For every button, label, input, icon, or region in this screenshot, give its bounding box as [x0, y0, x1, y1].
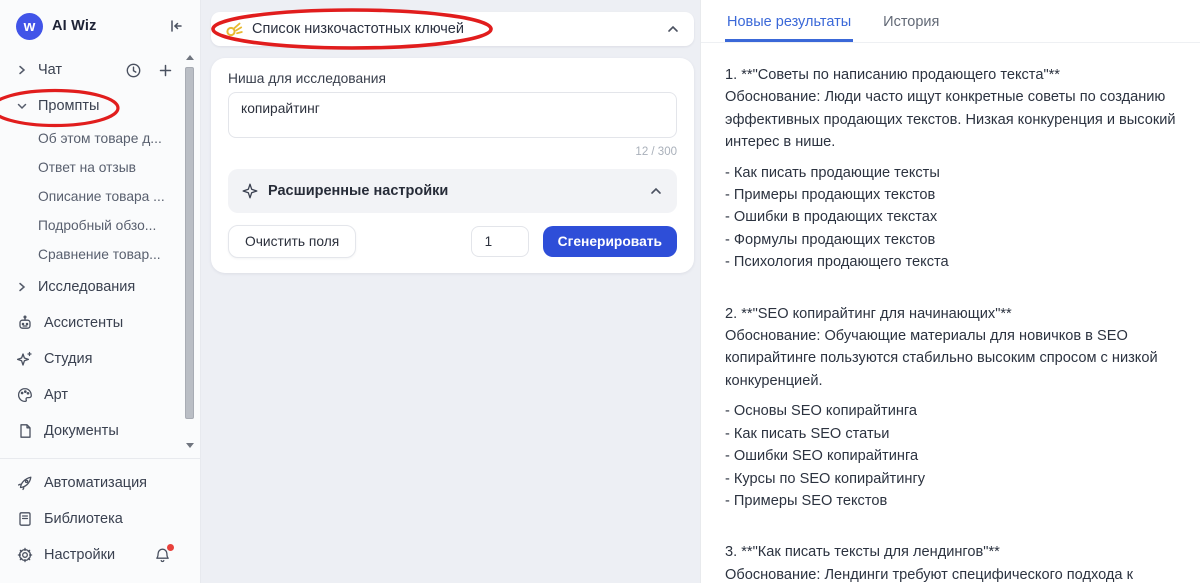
new-chat-plus-icon[interactable] — [157, 62, 174, 79]
palette-icon — [16, 386, 34, 404]
sidebar-item-label: Чат — [38, 62, 62, 78]
robot-icon — [16, 314, 34, 332]
sparkles-icon — [16, 350, 34, 368]
sidebar-item-label: Промпты — [38, 98, 99, 114]
sidebar-item-settings[interactable]: Настройки — [0, 537, 200, 573]
result-heading: 2. **"SEO копирайтинг для начинающих"** — [725, 303, 1176, 325]
advanced-settings-label: Расширенные настройки — [268, 183, 639, 199]
form-actions: Очистить поля Сгенерировать — [228, 225, 677, 258]
sidebar-item-art[interactable]: Арт — [0, 377, 200, 413]
sidebar-item-studio[interactable]: Студия — [0, 341, 200, 377]
result-bullet: - Как писать продающие тексты — [725, 162, 1176, 184]
result-body: Обоснование: Лендинги требуют специфичес… — [725, 564, 1176, 583]
diamond-star-icon — [242, 183, 258, 199]
sidebar-item-automation[interactable]: Автоматизация — [0, 465, 200, 501]
results-tabs: Новые результаты История — [701, 0, 1200, 43]
char-counter: 12 / 300 — [228, 146, 677, 158]
scroll-up-arrow[interactable] — [186, 55, 194, 60]
sidebar-divider — [0, 458, 200, 459]
prompt-item[interactable]: Ответ на отзыв — [0, 153, 200, 182]
result-bullet: - Основы SEO копирайтинга — [725, 400, 1176, 422]
logo-row: w AI Wiz — [0, 0, 200, 52]
sidebar-item-label: Ассистенты — [44, 315, 123, 331]
sidebar-item-label: Документы — [44, 423, 119, 439]
result-bullet: - Как писать SEO статьи — [725, 423, 1176, 445]
result-bullet: - Формулы продающих текстов — [725, 229, 1176, 251]
prompt-item[interactable]: Сравнение товар... — [0, 240, 200, 269]
book-icon — [16, 510, 34, 528]
sidebar-item-label: Студия — [44, 351, 92, 367]
result-bullet: - Психология продающего текста — [725, 251, 1176, 273]
clear-fields-button[interactable]: Очистить поля — [228, 225, 356, 258]
sidebar-item-label: Автоматизация — [44, 475, 147, 491]
sidebar-item-assistants[interactable]: Ассистенты — [0, 305, 200, 341]
result-section: 2. **"SEO копирайтинг для начинающих"** … — [725, 303, 1176, 513]
sidebar-item-documents[interactable]: Документы — [0, 413, 200, 449]
niche-field-label: Ниша для исследования — [228, 71, 677, 86]
result-section: 1. **"Советы по написанию продающего тек… — [725, 64, 1176, 274]
history-clock-icon[interactable] — [125, 62, 142, 79]
sidebar: w AI Wiz Чат Промпты Об этом товаре д...… — [0, 0, 201, 583]
result-bullet: - Примеры SEO текстов — [725, 490, 1176, 512]
tab-history[interactable]: История — [881, 0, 941, 42]
prompt-header-card[interactable]: Список низкочастотных ключей — [211, 12, 694, 46]
result-bullet: - Ошибки SEO копирайтинга — [725, 445, 1176, 467]
result-bullets: - Как писать продающие тексты - Примеры … — [725, 162, 1176, 274]
result-section: 3. **"Как писать тексты для лендингов"**… — [725, 541, 1176, 583]
niche-input[interactable]: копирайтинг — [228, 92, 677, 138]
sidebar-item-chat[interactable]: Чат — [0, 52, 200, 88]
chevron-down-icon — [16, 100, 28, 112]
rocket-icon — [16, 474, 34, 492]
prompt-panel: Список низкочастотных ключей Ниша для ис… — [201, 0, 700, 583]
sidebar-item-prompts[interactable]: Промпты — [0, 88, 200, 124]
tab-new-results[interactable]: Новые результаты — [725, 0, 853, 42]
notification-dot — [167, 544, 174, 551]
collapse-sidebar-icon[interactable] — [166, 16, 186, 36]
advanced-settings-toggle[interactable]: Расширенные настройки — [228, 169, 677, 213]
ok-hand-icon — [225, 20, 243, 38]
result-bullet: - Курсы по SEO копирайтингу — [725, 468, 1176, 490]
chevron-right-icon — [16, 281, 28, 293]
app-logo: w — [16, 13, 43, 40]
results-panel: Новые результаты История 1. **"Советы по… — [700, 0, 1200, 583]
sidebar-item-label: Исследования — [38, 279, 135, 295]
sidebar-item-label: Библиотека — [44, 511, 123, 527]
result-body: Обоснование: Люди часто ищут конкретные … — [725, 86, 1176, 153]
chevron-right-icon — [16, 64, 28, 76]
prompt-item[interactable]: Об этом товаре д... — [0, 124, 200, 153]
sidebar-item-research[interactable]: Исследования — [0, 269, 200, 305]
scroll-down-arrow[interactable] — [186, 443, 194, 448]
chevron-up-icon — [649, 184, 663, 198]
results-content: 1. **"Советы по написанию продающего тек… — [701, 43, 1200, 583]
result-heading: 1. **"Советы по написанию продающего тек… — [725, 64, 1176, 86]
prompt-item[interactable]: Подробный обзо... — [0, 211, 200, 240]
gear-icon — [16, 546, 34, 564]
brand-name: AI Wiz — [52, 18, 157, 34]
result-body: Обоснование: Обучающие материалы для нов… — [725, 325, 1176, 392]
sidebar-item-label: Настройки — [44, 547, 115, 563]
document-icon — [16, 422, 34, 440]
result-bullet: - Примеры продающих текстов — [725, 184, 1176, 206]
generate-button[interactable]: Сгенерировать — [543, 226, 677, 257]
sidebar-scrollbar[interactable] — [184, 53, 196, 450]
prompt-form-card: Ниша для исследования копирайтинг 12 / 3… — [211, 58, 694, 273]
result-heading: 3. **"Как писать тексты для лендингов"** — [725, 541, 1176, 563]
sidebar-item-label: Арт — [44, 387, 68, 403]
chevron-up-icon — [666, 22, 680, 36]
app-window: w AI Wiz Чат Промпты Об этом товаре д...… — [0, 0, 1200, 583]
notifications-bell-icon[interactable] — [153, 546, 172, 565]
result-bullet: - Ошибки в продающих текстах — [725, 206, 1176, 228]
generation-count-input[interactable] — [471, 226, 529, 257]
result-bullets: - Основы SEO копирайтинга - Как писать S… — [725, 400, 1176, 512]
scrollbar-thumb[interactable] — [185, 67, 194, 419]
prompt-item[interactable]: Описание товара ... — [0, 182, 200, 211]
prompt-title: Список низкочастотных ключей — [252, 21, 657, 37]
sidebar-item-library[interactable]: Библиотека — [0, 501, 200, 537]
